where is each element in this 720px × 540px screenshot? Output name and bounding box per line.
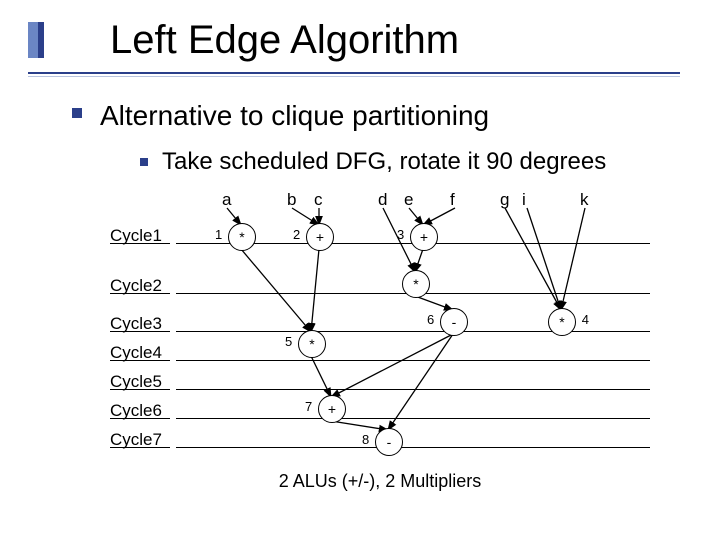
node-index: 6 [427, 313, 434, 326]
diagram-caption: 2 ALUs (+/-), 2 Multipliers [110, 471, 650, 492]
slide: Left Edge Algorithm Alternative to cliqu… [0, 0, 720, 540]
cycle-underline [110, 293, 170, 294]
node-index: 8 [362, 433, 369, 446]
bullet-square-2 [140, 158, 148, 166]
col-label-k: k [580, 190, 589, 210]
col-label-c: c [314, 190, 323, 210]
node-n6: -6 [440, 308, 468, 336]
dfg-diagram: abcdefgik Cycle1Cycle2Cycle3Cycle4Cycle5… [110, 190, 650, 500]
col-label-a: a [222, 190, 231, 210]
node-index: 5 [285, 335, 292, 348]
cycle-line [176, 447, 650, 448]
node-n1: *1 [228, 223, 256, 251]
node-index: 2 [293, 228, 300, 241]
title-rule [28, 72, 680, 74]
col-label-d: d [378, 190, 387, 210]
cycle-line [176, 418, 650, 419]
node-n2: +2 [306, 223, 334, 251]
cycle-line [176, 360, 650, 361]
cycle-line [176, 331, 650, 332]
node-index: 3 [397, 228, 404, 241]
cycle-underline [110, 243, 170, 244]
col-label-i: i [522, 190, 526, 210]
dfg-edges [110, 190, 650, 500]
node-n3: +3 [410, 223, 438, 251]
node-u1: * [402, 270, 430, 298]
col-label-e: e [404, 190, 413, 210]
node-n4: *4 [548, 308, 576, 336]
node-n8: -8 [375, 428, 403, 456]
col-label-g: g [500, 190, 509, 210]
cycle-underline [110, 418, 170, 419]
slide-title: Left Edge Algorithm [110, 18, 459, 63]
bullet-text-2: Take scheduled DFG, rotate it 90 degrees [162, 148, 606, 176]
accent-bar [28, 22, 38, 58]
bullet-text-1: Alternative to clique partitioning [100, 100, 489, 132]
title-rule-2 [28, 76, 680, 77]
col-label-b: b [287, 190, 296, 210]
bullet-square-1 [72, 108, 82, 118]
cycle-line [176, 389, 650, 390]
node-n7: +7 [318, 395, 346, 423]
node-index: 7 [305, 400, 312, 413]
node-n5: *5 [298, 330, 326, 358]
cycle-underline [110, 360, 170, 361]
node-index: 1 [215, 228, 222, 241]
node-index: 4 [582, 313, 589, 326]
cycle-underline [110, 389, 170, 390]
col-label-f: f [450, 190, 455, 210]
cycle-underline [110, 447, 170, 448]
accent-bar-2 [38, 22, 44, 58]
cycle-underline [110, 331, 170, 332]
